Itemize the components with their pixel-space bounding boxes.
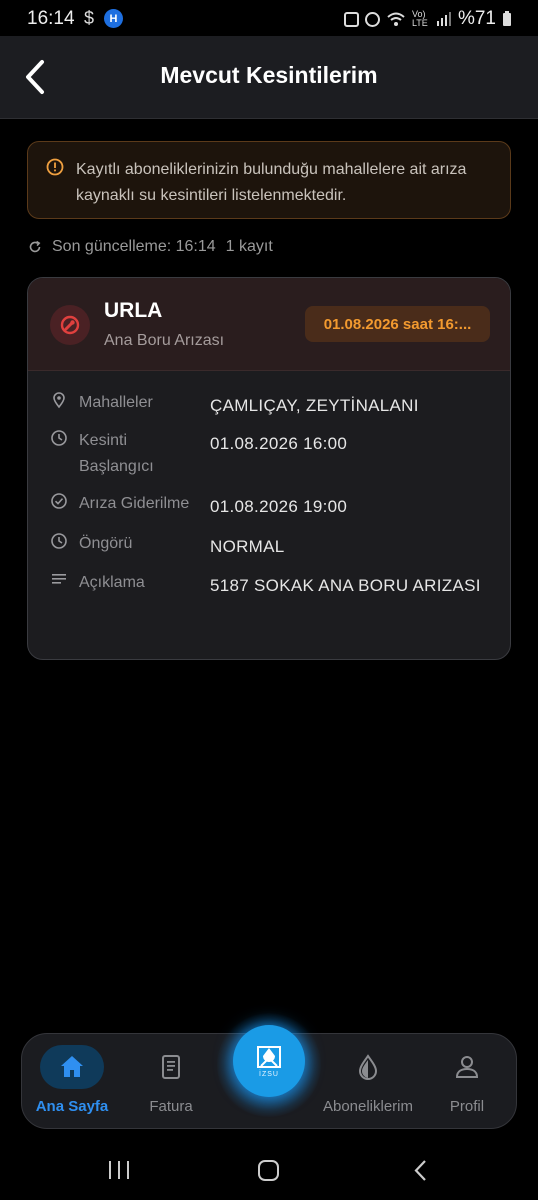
outage-type: Ana Boru Arızası: [104, 332, 225, 349]
signal-icon: [436, 12, 451, 26]
notes-icon: [52, 574, 66, 584]
detail-row-description: Açıklama 5187 SOKAK ANA BORU ARIZASI: [28, 570, 510, 630]
home-circle-icon: [258, 1160, 279, 1181]
clock-icon: [51, 533, 67, 549]
outage-card-header: URLA Ana Boru Arızası 01.08.2026 saat 16…: [28, 278, 510, 371]
detail-row-forecast: Öngörü NORMAL: [28, 531, 510, 570]
clock-icon: [51, 430, 67, 446]
detail-label: Öngörü: [79, 535, 133, 552]
detail-value: 01.08.2026 19:00: [210, 497, 348, 516]
home-system-button[interactable]: [249, 1158, 289, 1184]
refresh-icon[interactable]: [28, 240, 42, 254]
detail-value: ÇAMLIÇAY, ZEYTİNALANI: [210, 396, 419, 415]
outage-date-badge: 01.08.2026 saat 16:...: [305, 306, 490, 342]
recent-apps-button[interactable]: [100, 1158, 140, 1184]
battery-level: %71: [457, 8, 496, 29]
app-bar: Mevcut Kesintilerim: [0, 36, 538, 119]
izsu-home-button[interactable]: İZSU: [233, 1025, 305, 1097]
detail-row-start: Kesinti Başlangıcı 01.08.2026 16:00: [28, 428, 510, 491]
water-drop-icon: [358, 1054, 378, 1080]
dollar-icon: $: [84, 8, 95, 28]
sim-icon: [343, 11, 359, 27]
page-title: Mevcut Kesintilerim: [160, 62, 378, 88]
back-system-button[interactable]: [400, 1158, 440, 1184]
wifi-icon: [387, 12, 405, 26]
fab-label: İZSU: [259, 1071, 279, 1078]
check-circle-icon: [51, 493, 67, 509]
back-arrow-icon: [414, 1160, 426, 1181]
alarm-icon: [364, 11, 380, 27]
detail-label: Mahalleler: [79, 394, 153, 411]
outage-details: Mahalleler ÇAMLIÇAY, ZEYTİNALANI Kesinti…: [28, 390, 510, 630]
record-count: 1 kayıt: [225, 238, 273, 255]
recent-apps-icon: [109, 1161, 129, 1179]
nav-item-invoice[interactable]: Fatura: [121, 1034, 221, 1130]
person-icon: [455, 1056, 479, 1078]
nav-item-home[interactable]: Ana Sayfa: [22, 1034, 122, 1130]
last-update-text: Son güncelleme: 16:14: [52, 238, 216, 255]
nav-label: Ana Sayfa: [35, 1098, 109, 1115]
detail-value: 5187 SOKAK ANA BORU ARIZASI: [210, 576, 481, 595]
network-type: Vo) LTE: [411, 9, 428, 28]
outage-card[interactable]: URLA Ana Boru Arızası 01.08.2026 saat 16…: [27, 277, 511, 660]
notice-text: Kayıtlı aboneliklerinizin bulunduğu maha…: [76, 161, 467, 204]
outage-district: URLA: [104, 299, 163, 322]
detail-value: NORMAL: [210, 537, 285, 556]
detail-label: Arıza Giderilme: [79, 495, 190, 512]
info-notice: Kayıtlı aboneliklerinizin bulunduğu maha…: [27, 141, 511, 219]
detail-value: 01.08.2026 16:00: [210, 434, 348, 453]
nav-item-profile[interactable]: Profil: [417, 1034, 517, 1130]
nav-label: Profil: [449, 1098, 485, 1115]
h-badge-icon: H: [104, 9, 123, 28]
nav-label: Aboneliklerim: [322, 1098, 414, 1115]
status-bar: 16:14 $ H Vo) LTE %71: [0, 0, 538, 36]
nav-label: Fatura: [149, 1098, 193, 1115]
detail-row-neighborhoods: Mahalleler ÇAMLIÇAY, ZEYTİNALANI: [28, 390, 510, 428]
location-pin-icon: [53, 392, 65, 409]
detail-label: Kesinti Başlangıcı: [79, 432, 154, 475]
status-time: 16:14: [27, 8, 75, 29]
system-nav-bar: [0, 1140, 538, 1200]
nav-item-subscriptions[interactable]: Aboneliklerim: [318, 1034, 418, 1130]
detail-label: Açıklama: [79, 574, 145, 591]
wrench-icon: [50, 305, 90, 345]
izsu-logo-icon: [257, 1046, 281, 1068]
info-icon: [46, 158, 64, 176]
home-icon: [61, 1056, 83, 1077]
status-indicators: Vo) LTE %71: [343, 8, 512, 30]
detail-row-fix: Arıza Giderilme 01.08.2026 19:00: [28, 491, 510, 531]
invoice-icon: [162, 1055, 180, 1079]
update-info: Son güncelleme: 16:14 1 kayıt: [28, 236, 273, 258]
battery-icon: [503, 11, 511, 26]
